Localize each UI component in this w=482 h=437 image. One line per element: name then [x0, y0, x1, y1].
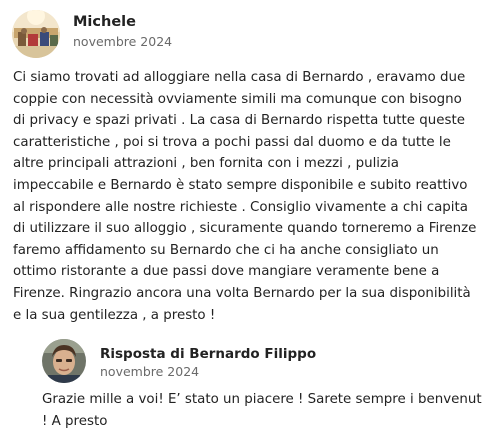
reply-title: Risposta di Bernardo Filippo — [100, 346, 317, 362]
author-avatar[interactable] — [12, 10, 60, 58]
reply-text-line: Grazie mille a voi! E’ stato un piacere … — [42, 392, 482, 407]
review-text: Ci siamo trovati ad alloggiare nella cas… — [13, 67, 477, 326]
host-avatar-photo — [42, 339, 86, 383]
review-text-line: di utilizzare il suo alloggio , sicurame… — [13, 221, 477, 237]
review-text-line: Firenze. Ringrazio ancora una volta Bern… — [13, 285, 471, 301]
author-avatar-photo — [12, 10, 60, 58]
review-card: Michele novembre 2024 Ci siamo trovati a… — [0, 0, 482, 437]
review-date: novembre 2024 — [73, 34, 173, 49]
review-text-line: faremo affidamento su Bernardo che ci ha… — [13, 242, 439, 258]
review-text-line: impeccabile e Bernardo è stato sempre di… — [13, 177, 468, 193]
review-text-line: altre principali attrazioni , ben fornit… — [13, 156, 399, 172]
reply-text-line: ! A presto — [42, 413, 108, 429]
review-text-line: al rispondere alle nostre richieste . Co… — [13, 199, 468, 215]
review-text-line: e la sua gentilezza , a presto ! — [13, 307, 216, 323]
author-name[interactable]: Michele — [73, 14, 136, 30]
host-avatar[interactable] — [42, 339, 86, 383]
review-text-line: coppie con necessità ovviamente simili m… — [13, 91, 462, 107]
reply-date: novembre 2024 — [100, 364, 200, 379]
review-text-line: Ci siamo trovati ad alloggiare nella cas… — [13, 70, 466, 85]
review-text-line: caratteristiche , poi si trova a pochi p… — [13, 134, 451, 150]
reply-text: Grazie mille a voi! E’ stato un piacere … — [42, 389, 482, 432]
review-text-line: ottimo ristorante a due passi dove mangi… — [13, 264, 440, 280]
review-text-line: di privacy e spazi privati . La casa di … — [13, 113, 465, 129]
